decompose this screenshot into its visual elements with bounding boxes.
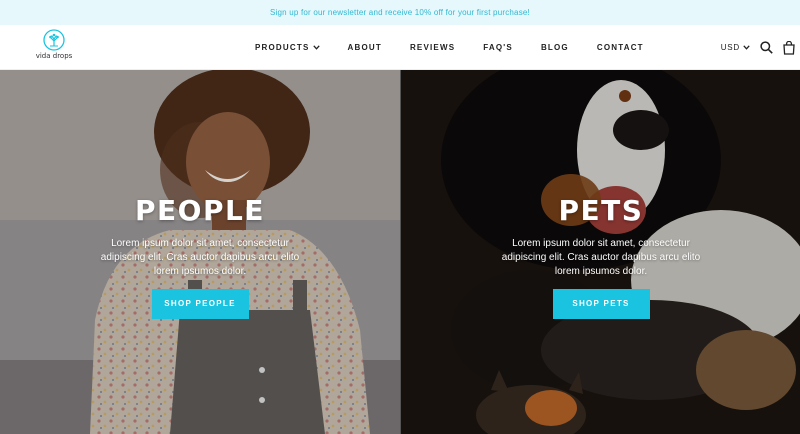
nav-item-products[interactable]: PRODUCTS: [255, 43, 320, 52]
shopping-bag-icon: [783, 40, 795, 55]
people-panel[interactable]: PEOPLE Lorem ipsum dolor sit amet, conse…: [0, 70, 400, 434]
nav-item-label: ABOUT: [347, 43, 382, 52]
nav-item-contact[interactable]: CONTACT: [597, 43, 644, 52]
shop-people-button[interactable]: SHOP PEOPLE: [151, 289, 249, 319]
nav-item-faqs[interactable]: FAQ'S: [483, 43, 513, 52]
brand-name: vida drops: [35, 52, 73, 60]
nav-item-about[interactable]: ABOUT: [348, 43, 382, 52]
cart-button[interactable]: [782, 40, 796, 55]
chevron-down-icon: [743, 45, 750, 50]
search-button[interactable]: [759, 41, 773, 55]
main-nav: PRODUCTS ABOUT REVIEWS FAQ'S BLOG CONTAC…: [255, 25, 672, 70]
pets-content: PETS Lorem ipsum dolor sit amet, consect…: [401, 194, 800, 319]
search-icon: [759, 41, 773, 54]
shop-pets-button[interactable]: SHOP PETS: [552, 289, 650, 319]
hero-section: PEOPLE Lorem ipsum dolor sit amet, conse…: [0, 70, 800, 434]
tree-logo-icon: [43, 29, 65, 51]
nav-item-blog[interactable]: BLOG: [541, 43, 569, 52]
people-title: PEOPLE: [135, 194, 265, 227]
announcement-bar[interactable]: Sign up for our newsletter and receive 1…: [0, 0, 800, 25]
pets-description: Lorem ipsum dolor sit amet, consectetur …: [501, 238, 701, 277]
header-tools: USD: [721, 25, 796, 70]
site-header: vida drops PRODUCTS ABOUT REVIEWS FAQ'S …: [0, 25, 800, 70]
currency-selector[interactable]: USD: [721, 43, 750, 52]
nav-item-label: BLOG: [540, 43, 569, 52]
nav-item-label: CONTACT: [596, 43, 644, 52]
nav-item-reviews[interactable]: REVIEWS: [410, 43, 455, 52]
pets-panel[interactable]: PETS Lorem ipsum dolor sit amet, consect…: [400, 70, 800, 434]
people-content: PEOPLE Lorem ipsum dolor sit amet, conse…: [0, 194, 400, 319]
people-description: Lorem ipsum dolor sit amet, consectetur …: [100, 238, 300, 277]
nav-item-label: FAQ'S: [483, 43, 513, 52]
brand-logo[interactable]: vida drops: [32, 29, 76, 67]
chevron-down-icon: [312, 45, 320, 50]
announcement-text[interactable]: Sign up for our newsletter and receive 1…: [270, 8, 530, 17]
nav-item-label: PRODUCTS: [255, 43, 310, 52]
pets-title: PETS: [558, 194, 644, 227]
currency-label: USD: [720, 43, 740, 52]
nav-item-label: REVIEWS: [409, 43, 456, 52]
